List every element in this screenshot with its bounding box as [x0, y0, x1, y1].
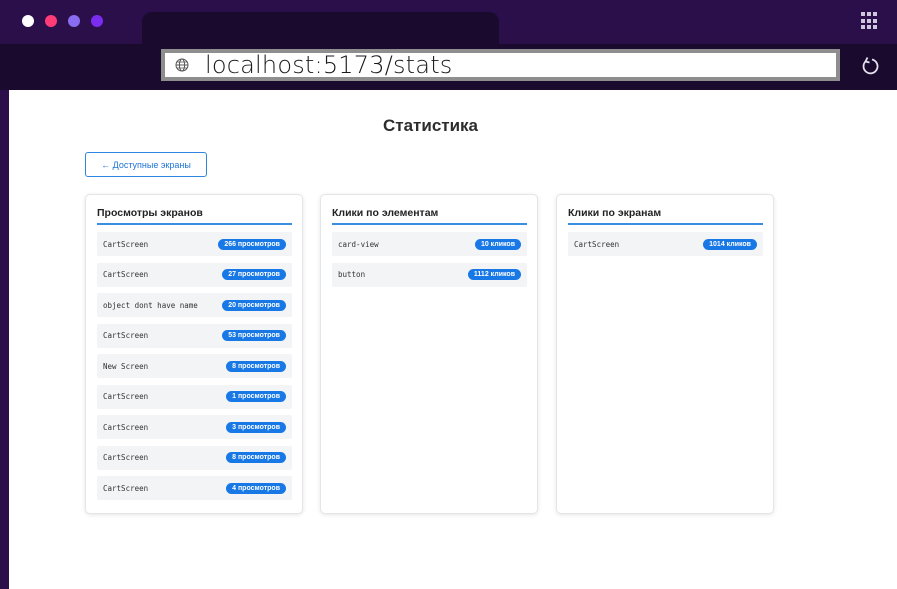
- element-clicks-list: card-view 10 кликов button 1112 кликов: [332, 232, 527, 293]
- list-item[interactable]: CartScreen 27 просмотров: [97, 262, 292, 287]
- row-label: CartScreen: [103, 270, 149, 279]
- card-title-underline: [97, 223, 292, 225]
- views-badge: 8 просмотров: [226, 360, 286, 372]
- window-dot-1[interactable]: [22, 15, 34, 27]
- window-dot-2[interactable]: [45, 15, 57, 27]
- window-dot-4[interactable]: [91, 15, 103, 27]
- clicks-badge: 1112 кликов: [467, 269, 521, 280]
- page-title: Статистика: [382, 116, 479, 135]
- reload-icon[interactable]: [859, 55, 881, 77]
- list-item[interactable]: CartScreen 4 просмотров: [97, 476, 292, 500]
- row-label: CartScreen: [574, 239, 620, 249]
- card-title-underline: [332, 223, 527, 225]
- list-item[interactable]: CartScreen 53 просмотров: [97, 323, 292, 348]
- address-bar[interactable]: localhost:5173/stats: [161, 49, 840, 81]
- views-badge: 53 просмотров: [222, 330, 286, 341]
- url-text[interactable]: localhost:5173/stats: [205, 51, 453, 79]
- clicks-badge: 10 кликов: [474, 238, 521, 250]
- globe-icon: [175, 58, 189, 72]
- list-item[interactable]: CartScreen 266 просмотров: [97, 232, 292, 256]
- list-item[interactable]: New Screen 8 просмотров: [97, 354, 292, 378]
- row-label: CartScreen: [103, 392, 149, 401]
- row-label: card-view: [338, 239, 379, 249]
- browser-toolbar: localhost:5173/stats: [0, 44, 897, 90]
- views-badge: 3 просмотров: [226, 421, 286, 433]
- card-title: Клики по элементам: [332, 207, 439, 219]
- element-clicks-card: Клики по элементам card-view 10 кликов bu…: [320, 194, 538, 514]
- views-badge: 266 просмотров: [218, 238, 286, 250]
- back-to-screens-button[interactable]: ← Доступные экраны: [85, 152, 207, 177]
- row-label: CartScreen: [103, 239, 149, 249]
- card-title-underline: [568, 223, 763, 225]
- list-item[interactable]: CartScreen 1 просмотров: [97, 384, 292, 409]
- views-badge: 4 просмотров: [226, 482, 286, 494]
- views-badge: 20 просмотров: [222, 299, 286, 311]
- screen-views-card: Просмотры экранов CartScreen 266 просмотр…: [85, 194, 303, 514]
- card-title: Клики по экранам: [568, 207, 662, 219]
- window-edge: [0, 90, 9, 589]
- browser-titlebar: [0, 0, 897, 44]
- card-title: Просмотры экранов: [97, 207, 203, 219]
- views-badge: 1 просмотров: [226, 391, 286, 402]
- list-item[interactable]: CartScreen 8 просмотров: [97, 445, 292, 470]
- row-label: New Screen: [103, 361, 149, 371]
- page-viewport: Статистика ← Доступные экраны Просмотры …: [9, 90, 897, 589]
- clicks-badge: 1014 кликов: [703, 238, 757, 250]
- browser-tab[interactable]: [142, 12, 499, 44]
- row-label: CartScreen: [103, 483, 149, 493]
- row-label: CartScreen: [103, 422, 149, 432]
- screen-clicks-card: Клики по экранам CartScreen 1014 кликов: [556, 194, 774, 514]
- row-label: object dont have name: [103, 300, 198, 310]
- screen-views-list: CartScreen 266 просмотров CartScreen 27 пр…: [97, 232, 292, 507]
- window-dot-3[interactable]: [68, 15, 80, 27]
- row-label: CartScreen: [103, 331, 149, 340]
- list-item[interactable]: card-view 10 кликов: [332, 232, 527, 256]
- window-controls: [22, 15, 103, 27]
- row-label: button: [338, 270, 366, 279]
- row-label: CartScreen: [103, 453, 149, 462]
- views-badge: 27 просмотров: [222, 269, 286, 280]
- list-item[interactable]: CartScreen 3 просмотров: [97, 415, 292, 439]
- list-item[interactable]: button 1112 кликов: [332, 262, 527, 287]
- list-item[interactable]: object dont have name 20 просмотров: [97, 293, 292, 317]
- screen-clicks-list: CartScreen 1014 кликов: [568, 232, 763, 263]
- apps-grid-icon[interactable]: [861, 12, 879, 30]
- views-badge: 8 просмотров: [226, 452, 286, 463]
- list-item[interactable]: CartScreen 1014 кликов: [568, 232, 763, 256]
